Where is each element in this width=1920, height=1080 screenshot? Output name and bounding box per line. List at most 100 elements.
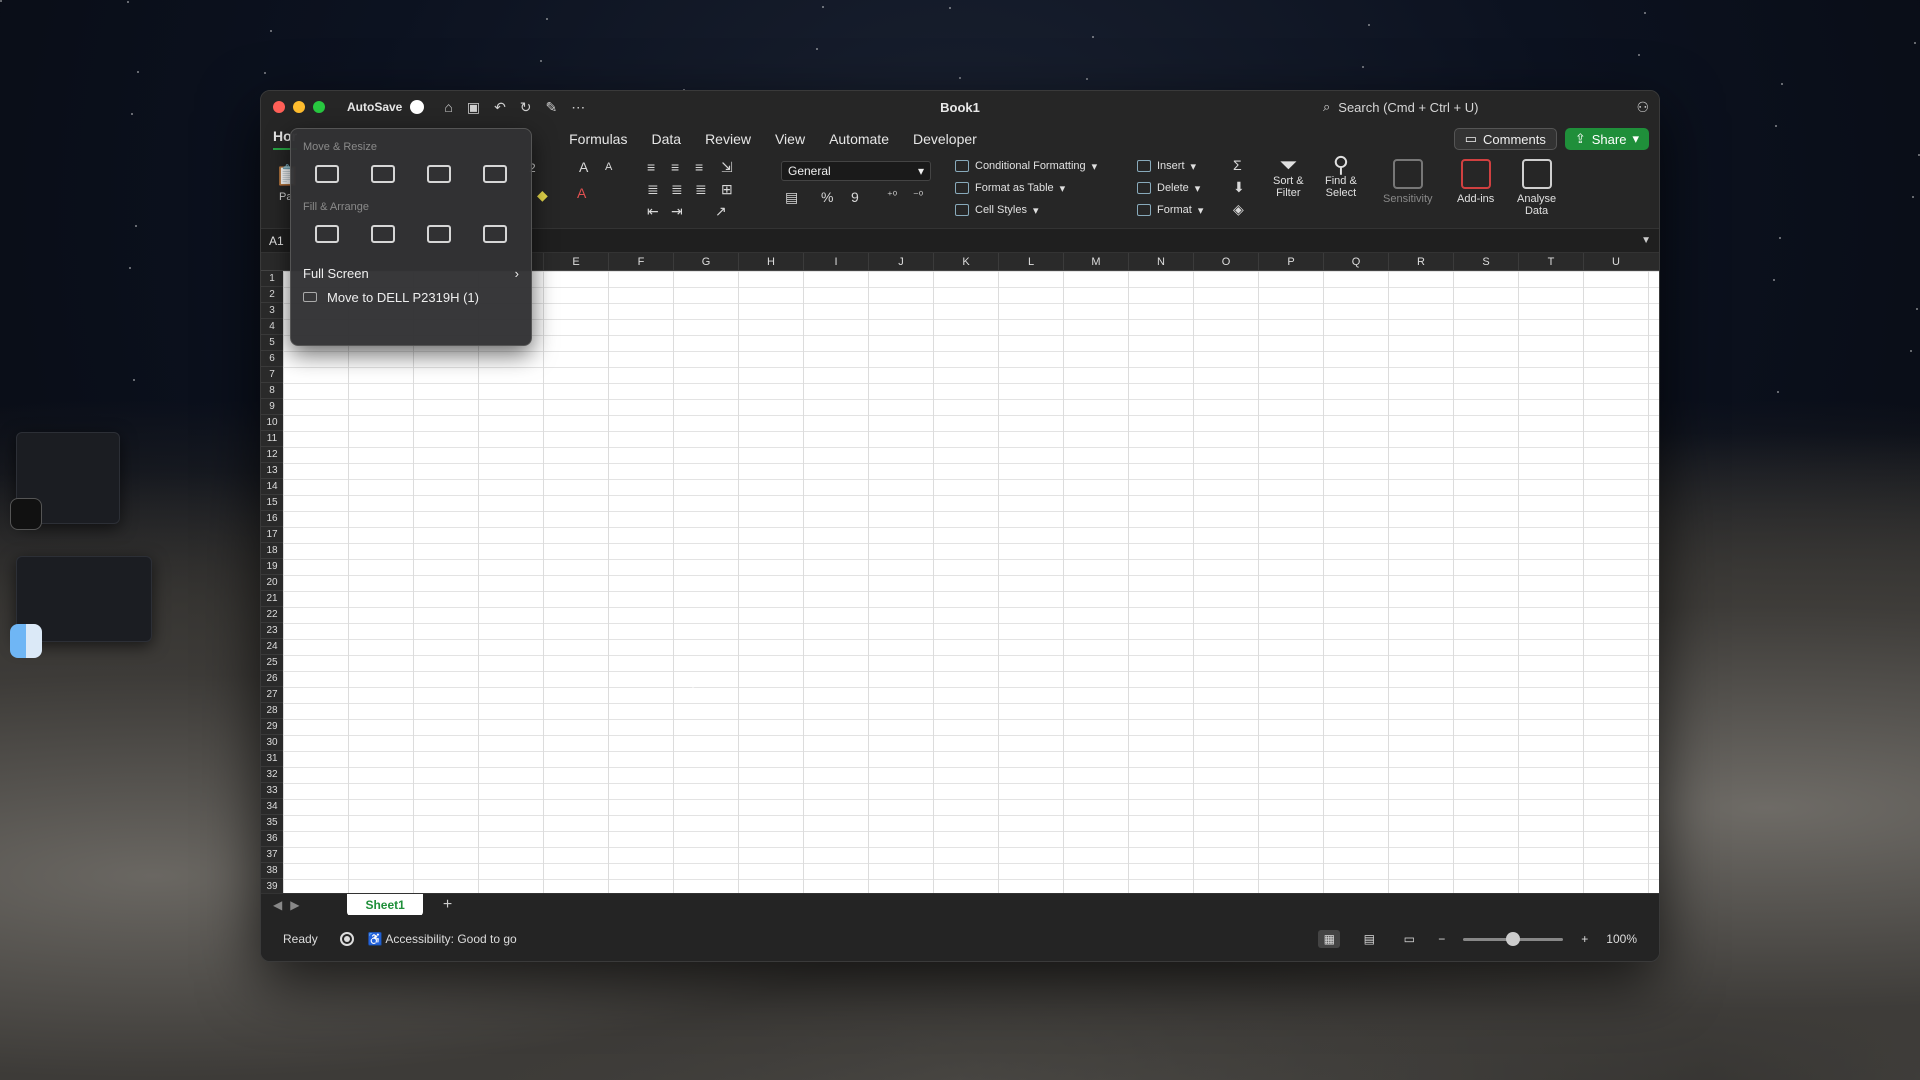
column-header[interactable]: H — [738, 253, 803, 270]
row-header[interactable]: 17 — [261, 527, 283, 543]
row-header[interactable]: 27 — [261, 687, 283, 703]
align-right-icon[interactable]: ≣ — [695, 181, 707, 198]
row-header[interactable]: 12 — [261, 447, 283, 463]
decrease-font-icon[interactable]: A — [605, 161, 612, 173]
fill-color-icon[interactable]: ◆ — [537, 187, 548, 204]
column-header[interactable]: I — [803, 253, 868, 270]
delete-button[interactable]: Delete ▾ — [1137, 179, 1203, 197]
row-header[interactable]: 20 — [261, 575, 283, 591]
finder-icon[interactable] — [10, 624, 42, 658]
column-header[interactable]: L — [998, 253, 1063, 270]
row-header[interactable]: 15 — [261, 495, 283, 511]
column-header[interactable]: T — [1518, 253, 1583, 270]
column-header[interactable]: Q — [1323, 253, 1388, 270]
row-header[interactable]: 19 — [261, 559, 283, 575]
align-left-icon[interactable]: ≣ — [647, 181, 659, 198]
worksheet-grid[interactable]: E F G H I J K L M N O P Q R S T U 123456… — [261, 253, 1659, 895]
row-header[interactable]: 4 — [261, 319, 283, 335]
clear-icon[interactable]: ◈ — [1233, 201, 1244, 218]
add-sheet-button[interactable]: + — [443, 896, 452, 914]
row-header[interactable]: 37 — [261, 847, 283, 863]
search-box[interactable]: ⌕ Search (Cmd + Ctrl + U) — [1323, 96, 1623, 118]
tab-view[interactable]: View — [775, 131, 805, 147]
currency-icon[interactable]: ▤ — [785, 189, 798, 206]
row-header[interactable]: 23 — [261, 623, 283, 639]
home-icon[interactable]: ⌂ — [444, 99, 452, 116]
select-all-corner[interactable] — [261, 253, 283, 270]
row-header[interactable]: 16 — [261, 511, 283, 527]
format-button[interactable]: Format ▾ — [1137, 201, 1203, 219]
cell-styles-button[interactable]: Cell Styles ▾ — [955, 201, 1097, 219]
comma-button[interactable]: 9 — [851, 189, 859, 205]
fill-screen-icon[interactable] — [315, 225, 339, 243]
column-header[interactable]: U — [1583, 253, 1648, 270]
row-header[interactable]: 10 — [261, 415, 283, 431]
save-icon[interactable]: ▣ — [467, 99, 480, 116]
page-layout-view-button[interactable]: ▤ — [1358, 930, 1380, 948]
sheet-next-icon[interactable]: ▶ — [290, 898, 299, 912]
find-select-button[interactable]: ⚲ Find & Select — [1325, 154, 1357, 200]
zoom-level[interactable]: 100% — [1606, 932, 1637, 946]
cell-area[interactable] — [283, 271, 1659, 893]
orientation-icon[interactable]: ↗ — [715, 203, 727, 220]
column-header[interactable]: S — [1453, 253, 1518, 270]
redo-icon[interactable]: ↻ — [520, 99, 532, 116]
row-header[interactable]: 22 — [261, 607, 283, 623]
terminal-icon[interactable] — [10, 498, 42, 530]
align-top-icon[interactable]: ≡ — [647, 159, 655, 175]
column-header[interactable]: N — [1128, 253, 1193, 270]
close-window-button[interactable] — [273, 101, 285, 113]
tile-left-half-icon[interactable] — [315, 165, 339, 183]
tab-formulas[interactable]: Formulas — [569, 131, 627, 147]
tab-automate[interactable]: Automate — [829, 131, 889, 147]
zoom-in-button[interactable]: + — [1581, 932, 1588, 946]
column-header[interactable]: J — [868, 253, 933, 270]
row-header[interactable]: 8 — [261, 383, 283, 399]
row-header[interactable]: 5 — [261, 335, 283, 351]
tab-developer[interactable]: Developer — [913, 131, 977, 147]
align-bottom-icon[interactable]: ≡ — [695, 159, 703, 175]
number-format-select[interactable]: General ▾ — [781, 161, 931, 181]
row-header[interactable]: 30 — [261, 735, 283, 751]
row-header[interactable]: 1 — [261, 271, 283, 287]
page-break-view-button[interactable]: ▭ — [1398, 930, 1420, 948]
comments-button[interactable]: ▭ Comments — [1453, 128, 1557, 150]
autosave-toggle[interactable]: AutoSave — [347, 100, 425, 114]
tile-bottom-half-icon[interactable] — [483, 165, 507, 183]
zoom-out-button[interactable]: − — [1438, 932, 1445, 946]
move-to-display-menu-item[interactable]: Move to DELL P2319H (1) — [303, 285, 519, 309]
minimize-window-button[interactable] — [293, 101, 305, 113]
column-header[interactable]: M — [1063, 253, 1128, 270]
indent-increase-icon[interactable]: ⇥ — [671, 203, 683, 220]
increase-decimal-icon[interactable]: ⁺⁰ — [887, 189, 897, 202]
accessibility-status[interactable]: ♿ Accessibility: Good to go — [368, 932, 517, 946]
format-as-table-button[interactable]: Format as Table ▾ — [955, 179, 1097, 197]
sort-filter-button[interactable]: ⏷ Sort & Filter — [1273, 154, 1304, 200]
full-screen-menu-item[interactable]: Full Screen › — [303, 261, 519, 285]
row-header[interactable]: 32 — [261, 767, 283, 783]
row-header[interactable]: 29 — [261, 719, 283, 735]
zoom-slider[interactable] — [1463, 931, 1564, 946]
row-header[interactable]: 7 — [261, 367, 283, 383]
share-button[interactable]: ⇪ Share ▾ — [1564, 128, 1649, 150]
column-header[interactable]: E — [543, 253, 608, 270]
sensitivity-button[interactable]: Sensitivity — [1383, 159, 1433, 205]
row-header[interactable]: 33 — [261, 783, 283, 799]
sheet-prev-icon[interactable]: ◀ — [273, 898, 282, 912]
row-header[interactable]: 13 — [261, 463, 283, 479]
row-header[interactable]: 18 — [261, 543, 283, 559]
row-header[interactable]: 36 — [261, 831, 283, 847]
fill-icon[interactable]: ⬇ — [1233, 179, 1245, 196]
arrange-left-right-icon[interactable] — [371, 225, 395, 243]
tile-right-half-icon[interactable] — [371, 165, 395, 183]
increase-font-icon[interactable]: A — [579, 159, 588, 175]
row-header[interactable]: 9 — [261, 399, 283, 415]
row-header[interactable]: 24 — [261, 639, 283, 655]
column-header[interactable]: G — [673, 253, 738, 270]
insert-button[interactable]: Insert ▾ — [1137, 157, 1203, 175]
decrease-decimal-icon[interactable]: ⁻⁰ — [913, 189, 923, 202]
percent-button[interactable]: % — [821, 189, 833, 205]
column-header[interactable]: K — [933, 253, 998, 270]
row-header[interactable]: 28 — [261, 703, 283, 719]
row-header[interactable]: 25 — [261, 655, 283, 671]
